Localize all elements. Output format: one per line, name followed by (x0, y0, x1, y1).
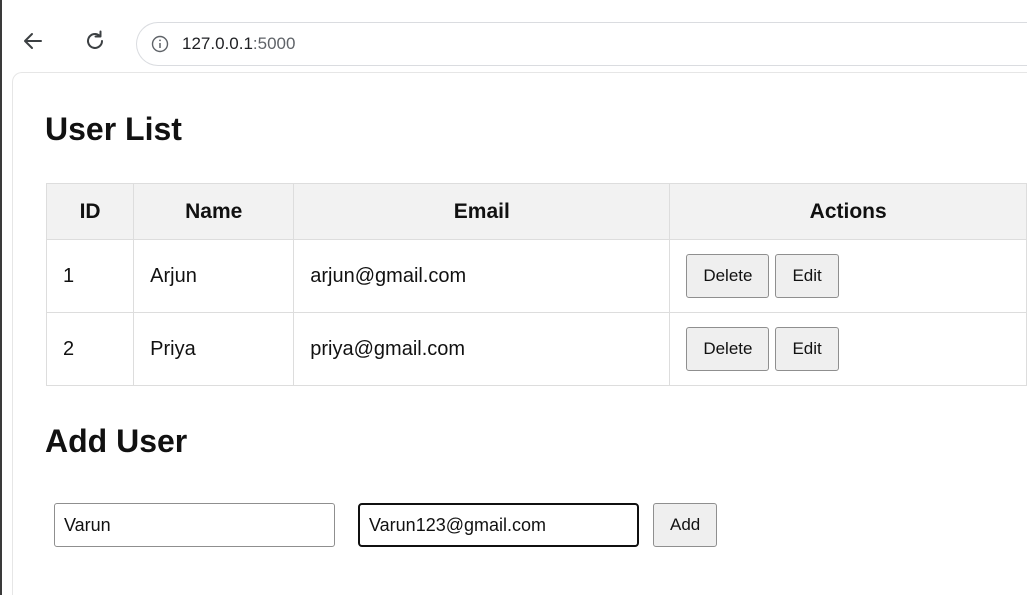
cell-id: 2 (45, 312, 135, 386)
browser-toolbar: 127.0.0.1:5000 (2, 0, 1027, 70)
name-input[interactable] (54, 503, 335, 547)
url-text[interactable]: 127.0.0.1:5000 (182, 34, 295, 54)
cell-email: arjun@gmail.com (293, 239, 671, 313)
users-table: ID Name Email Actions 1 Arjun arjun@gmai… (45, 183, 1027, 386)
delete-button[interactable]: Delete (686, 327, 770, 371)
column-header-email: Email (293, 183, 671, 240)
edit-button[interactable]: Edit (775, 254, 839, 298)
cell-actions: Delete Edit (669, 312, 1027, 386)
add-user-title: Add User (45, 423, 188, 459)
table-row: 2 Priya priya@gmail.com Delete Edit (45, 312, 1027, 386)
reload-button[interactable] (80, 26, 110, 56)
column-header-actions: Actions (669, 183, 1027, 240)
cell-name: Arjun (133, 239, 295, 313)
cell-email: priya@gmail.com (293, 312, 671, 386)
site-info-icon[interactable] (151, 35, 169, 53)
address-bar[interactable]: 127.0.0.1:5000 (136, 22, 1027, 66)
back-arrow-icon (24, 33, 42, 49)
table-header-row: ID Name Email Actions (45, 183, 1027, 240)
column-header-name: Name (133, 183, 295, 240)
user-list-title: User List (45, 111, 182, 147)
table-row: 1 Arjun arjun@gmail.com Delete Edit (45, 239, 1027, 313)
url-port: :5000 (252, 34, 296, 53)
cell-actions: Delete Edit (669, 239, 1027, 313)
page-content: User List ID Name Email Actions 1 Arjun … (12, 72, 1027, 595)
window-border (0, 0, 2, 595)
delete-button[interactable]: Delete (686, 254, 770, 298)
add-button[interactable]: Add (653, 503, 718, 547)
back-button[interactable] (18, 26, 48, 56)
cell-id: 1 (45, 239, 135, 313)
url-host: 127.0.0.1 (182, 34, 253, 53)
cell-name: Priya (133, 312, 295, 386)
email-input[interactable] (358, 503, 639, 547)
reload-icon (87, 30, 103, 49)
column-header-id: ID (45, 183, 135, 240)
edit-button[interactable]: Edit (775, 327, 839, 371)
